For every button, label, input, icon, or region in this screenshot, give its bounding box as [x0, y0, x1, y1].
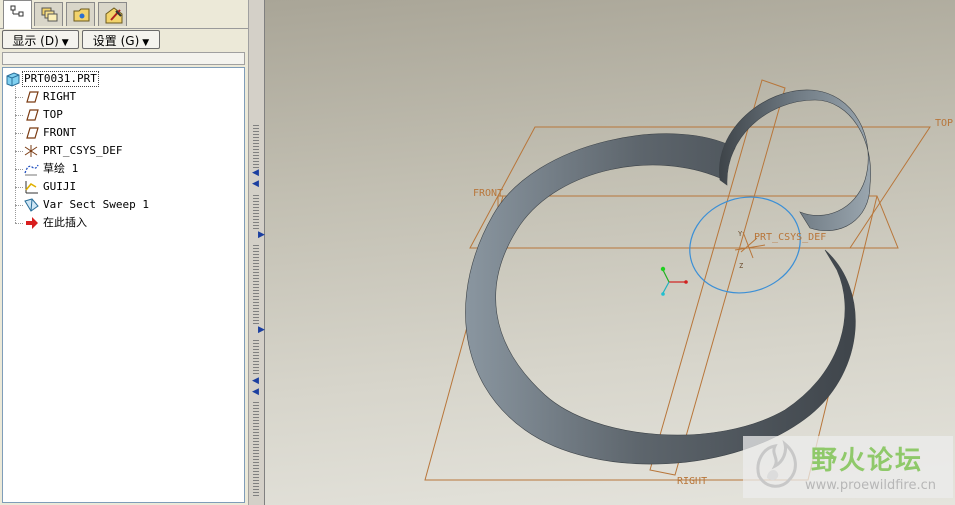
- tree-item-top[interactable]: TOP: [3, 106, 243, 124]
- datum-plane-icon: [26, 127, 39, 139]
- tree-item-part[interactable]: PRT0031.PRT: [3, 70, 243, 88]
- watermark-title: 野火论坛: [811, 446, 924, 476]
- sketch-icon: [24, 164, 39, 176]
- tree-item-label: PRT_CSYS_DEF: [43, 144, 123, 157]
- csys-label: PRT_CSYS_DEF: [754, 232, 826, 243]
- tree-item-label: 草绘 1: [43, 162, 79, 175]
- model-view: TOP FRONT RIGHT PRT_CSYS_DEF Y Z: [424, 79, 953, 487]
- splitter-grip: [253, 402, 259, 497]
- insert-here-arrow-icon: [26, 217, 38, 229]
- part-icon: [6, 72, 20, 87]
- show-menu-label: 显示 (D): [12, 34, 59, 48]
- tree-item-insert-here[interactable]: 在此插入: [3, 214, 243, 232]
- splitter-grip: [253, 195, 259, 230]
- tree-item-front[interactable]: FRONT: [3, 124, 243, 142]
- settings-menu-button[interactable]: 设置 (G) ▼: [82, 30, 160, 49]
- show-menu-button[interactable]: 显示 (D) ▼: [2, 30, 79, 49]
- model-tree-panel: 显示 (D) ▼ 设置 (G) ▼ PRT0031.PRT RIGHT TOP …: [0, 0, 248, 505]
- tree-item-sketch[interactable]: 草绘 1: [3, 160, 243, 178]
- collapse-left-arrow-icon[interactable]: ◀: [252, 180, 259, 189]
- expand-right-arrow-icon[interactable]: ▶: [258, 231, 265, 240]
- tree-item-label: FRONT: [43, 126, 77, 139]
- tree-toolbar: 显示 (D) ▼ 设置 (G) ▼: [0, 30, 248, 50]
- sketch-curve[interactable]: [677, 183, 813, 307]
- datum-curve-icon: [25, 181, 38, 194]
- chevron-down-icon: ▼: [61, 38, 69, 48]
- layers-icon: [41, 7, 58, 22]
- front-plane-label: FRONT: [473, 188, 503, 199]
- tree-item-label: RIGHT: [43, 90, 77, 103]
- tab-layers[interactable]: [34, 2, 63, 26]
- tree-item-label: Var Sect Sweep 1: [43, 198, 149, 211]
- panel-splitter[interactable]: ◀ ◀ ▶ ▶ ◀ ◀: [248, 0, 265, 505]
- tree-item-guiji[interactable]: GUIJI: [3, 178, 243, 196]
- model-tree: PRT0031.PRT RIGHT TOP FRONT PRT_CSYS_DEF…: [2, 67, 245, 503]
- favorites-icon: [105, 7, 123, 24]
- tree-item-csys[interactable]: PRT_CSYS_DEF: [3, 142, 243, 160]
- tree-item-label: TOP: [43, 108, 63, 121]
- datum-plane-icon: [26, 91, 39, 103]
- watermark-url: www.proewildfire.cn: [805, 478, 936, 493]
- tree-item-label: 在此插入: [43, 216, 87, 229]
- folder-icon: [73, 8, 90, 22]
- splitter-grip: [253, 245, 259, 325]
- datum-plane-icon: [26, 109, 39, 121]
- tree-item-var-sect-sweep[interactable]: Var Sect Sweep 1: [3, 196, 243, 214]
- top-plane-label: TOP: [935, 118, 953, 129]
- sweep-icon: [24, 198, 39, 212]
- settings-menu-label: 设置 (G): [92, 34, 140, 48]
- tab-favorites[interactable]: [98, 2, 127, 26]
- splitter-grip: [253, 125, 259, 170]
- graphics-window[interactable]: TOP FRONT RIGHT PRT_CSYS_DEF Y Z 野火论坛 ww…: [265, 0, 955, 505]
- navigator-tabs: [0, 0, 248, 29]
- collapse-left-arrow-icon[interactable]: ◀: [252, 388, 259, 397]
- tree-item-right[interactable]: RIGHT: [3, 88, 243, 106]
- coordinate-system-icon: [24, 145, 38, 157]
- right-plane-label: RIGHT: [677, 476, 707, 487]
- tree-item-label: GUIJI: [43, 180, 77, 193]
- chevron-down-icon: ▼: [142, 38, 150, 48]
- model-tree-icon: [10, 5, 24, 17]
- view-triad-icon: [660, 266, 688, 296]
- collapse-left-arrow-icon[interactable]: ◀: [252, 169, 259, 178]
- forum-watermark: 野火论坛 www.proewildfire.cn: [743, 436, 953, 498]
- flame-logo-icon: [756, 439, 797, 488]
- collapse-left-arrow-icon[interactable]: ◀: [252, 377, 259, 386]
- axis-z-label: Z: [739, 262, 743, 270]
- tab-folder-browser[interactable]: [66, 2, 95, 26]
- tab-model-tree[interactable]: [3, 0, 32, 29]
- splitter-grip: [253, 340, 259, 375]
- tree-header-strip: [2, 52, 245, 65]
- tree-item-label: PRT0031.PRT: [22, 71, 99, 87]
- expand-right-arrow-icon[interactable]: ▶: [258, 326, 265, 335]
